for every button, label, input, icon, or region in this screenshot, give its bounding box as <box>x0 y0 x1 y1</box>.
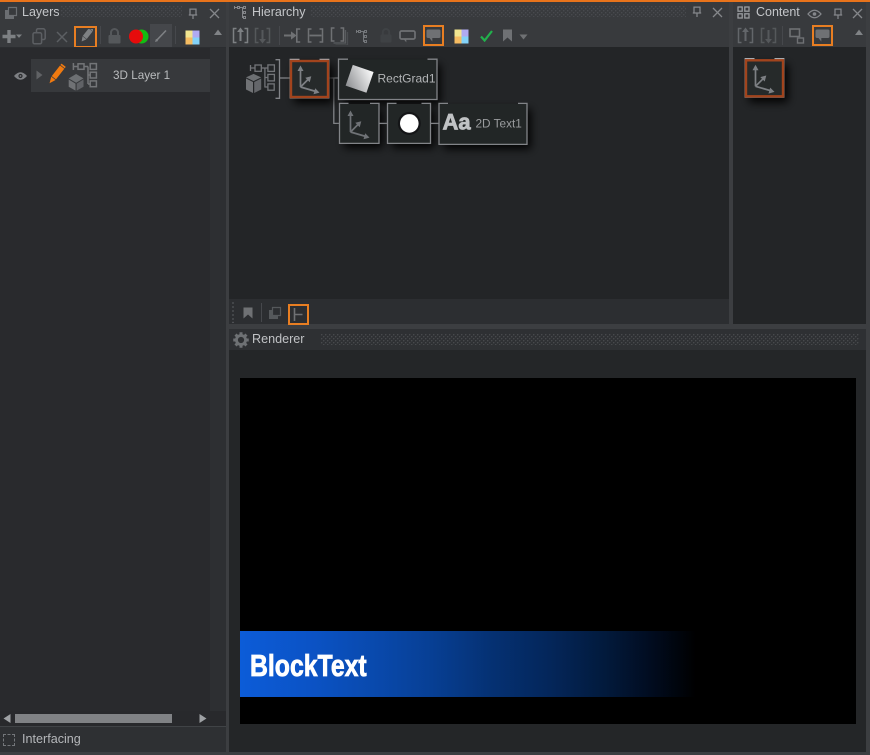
svg-text:2D Text1: 2D Text1 <box>476 117 522 131</box>
svg-text:Aa: Aa <box>443 110 472 135</box>
svg-text:RectGrad1: RectGrad1 <box>378 72 436 86</box>
